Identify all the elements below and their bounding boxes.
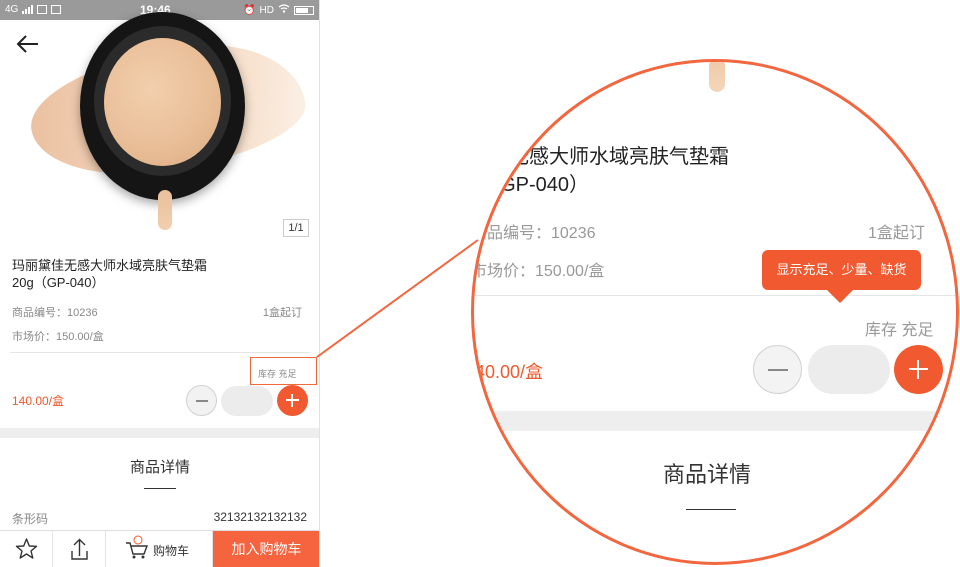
hd-label: HD	[259, 4, 274, 16]
magnified-section-divider	[474, 411, 956, 431]
star-icon	[15, 538, 38, 559]
product-image: 1/1	[0, 12, 319, 245]
magnified-stock-status: 库存 充足	[865, 322, 934, 339]
quantity-decrease-button[interactable]	[186, 385, 217, 416]
stock-status: 库存 充足	[258, 369, 297, 379]
barcode-value: 32132132132132	[213, 510, 307, 524]
product-title: 玛丽黛佳无感大师水域亮肤气垫霜 20g（GP-040）	[12, 257, 292, 291]
section-divider	[0, 428, 319, 438]
magnified-title-line2: g（GP-040）	[471, 174, 590, 196]
magnified-divider	[474, 295, 956, 296]
status-right: ⏰ HD	[243, 4, 314, 16]
quantity-increase-button[interactable]	[277, 385, 308, 416]
product-code: 商品编号：10236	[12, 307, 98, 319]
status-left: 4G	[5, 4, 62, 15]
product-title-line1: 玛丽黛佳无感大师水域亮肤气垫霜	[12, 258, 208, 273]
sim-icon	[51, 5, 62, 14]
share-icon	[71, 538, 88, 560]
stock-tooltip: 显示充足、少量、缺货	[762, 250, 921, 290]
product-title-line2: 20g（GP-040）	[12, 275, 105, 290]
wifi-icon	[278, 4, 290, 16]
magnified-min-order: 1盒起订	[868, 225, 925, 242]
magnified-title: 黛佳无感大师水域亮肤气垫霜 g（GP-040）	[471, 143, 729, 199]
magnified-increase-button[interactable]	[894, 345, 943, 394]
cart-button[interactable]: 购物车	[106, 531, 213, 567]
magnified-market-price: 市场价：150.00/盒	[471, 263, 605, 280]
quantity-input[interactable]	[221, 386, 273, 416]
bottom-action-bar: 购物车 加入购物车	[0, 530, 319, 567]
barcode-label: 条形码	[12, 512, 49, 526]
market-price: 市场价：150.00/盒	[12, 331, 104, 343]
share-button[interactable]	[53, 531, 106, 567]
alarm-icon: ⏰	[243, 4, 256, 16]
divider	[10, 352, 310, 353]
signal-icon	[22, 5, 34, 14]
magnified-quantity-input[interactable]	[808, 345, 890, 394]
product-code-row: 商品编号：10236 1盒起订	[12, 304, 302, 320]
magnified-callout: 黛佳无感大师水域亮肤气垫霜 g（GP-040） 商品编号：10236 1盒起订 …	[471, 59, 959, 565]
magnified-details-underline	[686, 509, 736, 510]
cart-label: 购物车	[153, 544, 190, 558]
back-arrow-icon[interactable]	[14, 32, 42, 56]
cart-icon	[126, 535, 149, 559]
battery-icon	[294, 5, 314, 15]
market-price-row: 市场价：150.00/盒	[12, 328, 302, 344]
magnified-decrease-button[interactable]	[753, 345, 802, 394]
details-underline	[144, 488, 176, 489]
magnified-product-code: 商品编号：10236	[471, 225, 596, 242]
notification-icon	[37, 5, 48, 14]
product-drip	[158, 190, 172, 230]
magnified-drip	[709, 62, 725, 92]
phone-screenshot: 4G 19:46 ⏰ HD 1/1 玛丽黛佳无感大师水域亮肤气垫霜 20g（GP…	[0, 0, 320, 567]
magnified-title-line1: 黛佳无感大师水域亮肤气垫霜	[471, 146, 729, 168]
favorite-button[interactable]	[0, 531, 53, 567]
details-title: 商品详情	[129, 459, 190, 476]
compact-powder	[104, 38, 221, 166]
add-to-cart-button[interactable]: 加入购物车	[213, 531, 319, 567]
image-counter: 1/1	[283, 219, 309, 237]
magnified-details-title: 商品详情	[663, 462, 752, 487]
network-label: 4G	[5, 4, 19, 15]
product-price: 140.00/盒	[12, 394, 65, 408]
magnified-content: 黛佳无感大师水域亮肤气垫霜 g（GP-040） 商品编号：10236 1盒起订 …	[471, 62, 956, 562]
cushion-compact	[80, 12, 245, 200]
magnified-price: 40.00/盒	[475, 362, 544, 382]
min-order: 1盒起订	[262, 307, 302, 319]
